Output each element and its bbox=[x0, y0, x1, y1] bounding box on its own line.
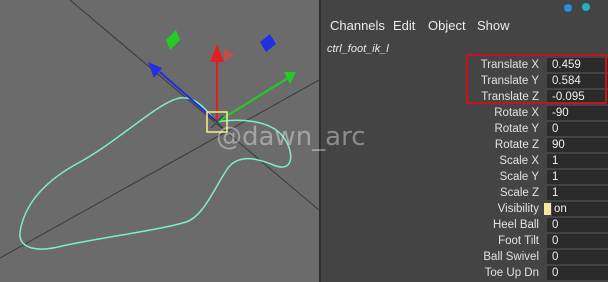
channel-box-menubar: Channels Edit Object Show bbox=[321, 0, 608, 40]
channel-value-field[interactable]: -90 bbox=[547, 106, 608, 120]
channel-label[interactable]: Ball Swivel bbox=[483, 249, 539, 265]
selected-node-name[interactable]: ctrl_foot_ik_l bbox=[327, 43, 389, 55]
maya-workspace: Channels Edit Object Show ctrl_foot_ik_l… bbox=[0, 0, 608, 282]
channel-row-ball-swivel[interactable]: Ball Swivel 0 bbox=[321, 249, 608, 265]
viewport-3d[interactable] bbox=[0, 0, 319, 282]
channel-row-foot-tilt[interactable]: Foot Tilt 0 bbox=[321, 233, 608, 249]
channel-value-field[interactable]: on bbox=[552, 202, 608, 216]
z-axis-line[interactable] bbox=[159, 71, 218, 123]
channel-row-scale-x[interactable]: Scale X 1 bbox=[321, 153, 608, 169]
menu-edit[interactable]: Edit bbox=[393, 18, 415, 33]
channel-label[interactable]: Translate Z bbox=[481, 89, 539, 105]
menu-channels[interactable]: Channels bbox=[330, 18, 385, 33]
channel-value-field[interactable]: -0.095 bbox=[547, 90, 608, 104]
channel-value-field[interactable]: 1 bbox=[547, 186, 608, 200]
channel-value-field[interactable]: 90 bbox=[547, 138, 608, 152]
grid-line bbox=[69, 0, 319, 211]
menu-object[interactable]: Object bbox=[428, 18, 466, 33]
channel-row-rotate-y[interactable]: Rotate Y 0 bbox=[321, 121, 608, 137]
channel-row-heel-ball[interactable]: Heel Ball 0 bbox=[321, 217, 608, 233]
channel-row-translate-z[interactable]: Translate Z -0.095 bbox=[321, 89, 608, 105]
settings-icon[interactable] bbox=[581, 0, 591, 11]
xz-plane-handle-icon[interactable] bbox=[166, 30, 180, 50]
channel-label[interactable]: Rotate Y bbox=[494, 121, 539, 137]
channel-value-field[interactable]: 0.459 bbox=[547, 58, 608, 72]
menu-show[interactable]: Show bbox=[477, 18, 510, 33]
y-axis-handle-icon[interactable] bbox=[210, 44, 224, 62]
channel-row-rotate-z[interactable]: Rotate Z 90 bbox=[321, 137, 608, 153]
channel-row-scale-z[interactable]: Scale Z 1 bbox=[321, 185, 608, 201]
channel-row-toe-up-dn[interactable]: Toe Up Dn 0 bbox=[321, 265, 608, 281]
channel-label[interactable]: Translate Y bbox=[481, 73, 539, 89]
channel-row-translate-x[interactable]: Translate X 0.459 bbox=[321, 57, 608, 73]
channel-row-rotate-x[interactable]: Rotate X -90 bbox=[321, 105, 608, 121]
channel-value-field[interactable]: 1 bbox=[547, 154, 608, 168]
channel-label[interactable]: Heel Ball bbox=[493, 217, 539, 233]
channel-label[interactable]: Scale X bbox=[499, 153, 539, 169]
channel-value-field[interactable]: 0 bbox=[547, 250, 608, 264]
channel-value-field[interactable]: 0 bbox=[547, 234, 608, 248]
channel-row-translate-y[interactable]: Translate Y 0.584 bbox=[321, 73, 608, 89]
channel-value-field[interactable]: 0 bbox=[547, 122, 608, 136]
channel-label[interactable]: Toe Up Dn bbox=[485, 265, 539, 281]
channel-label[interactable]: Scale Y bbox=[500, 169, 539, 185]
channel-value-field[interactable]: 0 bbox=[547, 266, 608, 280]
channel-value-field[interactable]: 1 bbox=[547, 170, 608, 184]
channel-box: Channels Edit Object Show ctrl_foot_ik_l… bbox=[321, 0, 608, 282]
viewport-canvas[interactable] bbox=[0, 0, 319, 282]
channel-label[interactable]: Visibility bbox=[498, 201, 539, 217]
channel-label[interactable]: Foot Tilt bbox=[498, 233, 539, 249]
channel-value-field[interactable]: 0 bbox=[547, 218, 608, 232]
channel-value-field[interactable]: 0.584 bbox=[547, 74, 608, 88]
x-axis-handle-icon[interactable] bbox=[284, 72, 296, 84]
y-axis-plane-icon[interactable] bbox=[224, 48, 234, 62]
foot-control-curve[interactable] bbox=[19, 97, 292, 250]
channel-label[interactable]: Rotate X bbox=[494, 105, 539, 121]
xy-plane-handle-icon[interactable] bbox=[260, 34, 276, 52]
lock-icon[interactable] bbox=[563, 0, 573, 12]
channel-label[interactable]: Translate X bbox=[481, 57, 539, 73]
channel-label[interactable]: Rotate Z bbox=[495, 137, 539, 153]
channel-row-visibility[interactable]: Visibility on bbox=[321, 201, 608, 217]
channel-label[interactable]: Scale Z bbox=[500, 185, 539, 201]
channel-row-scale-y[interactable]: Scale Y 1 bbox=[321, 169, 608, 185]
visibility-swatch bbox=[544, 203, 551, 215]
